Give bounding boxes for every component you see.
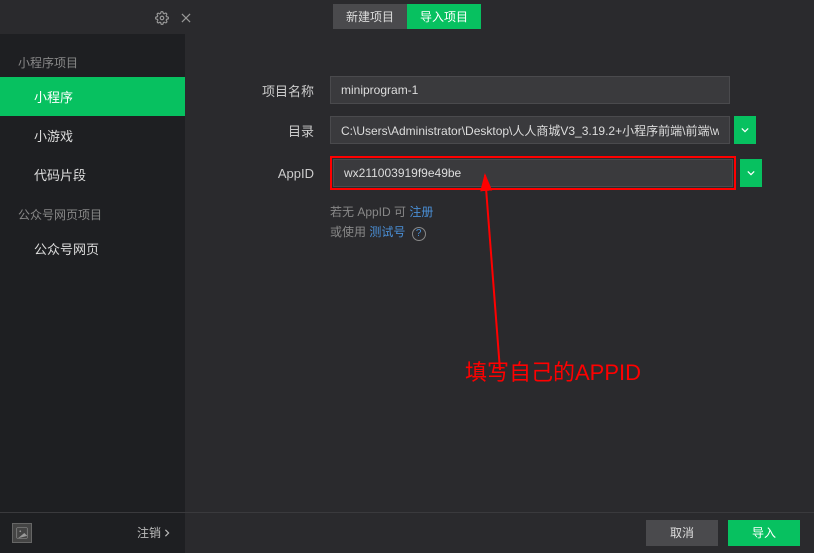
- sidebar: 小程序项目 小程序 小游戏 代码片段 公众号网页项目 公众号网页: [0, 34, 185, 512]
- gear-icon[interactable]: [154, 10, 170, 26]
- sidebar-item-snippet[interactable]: 代码片段: [0, 155, 185, 194]
- appid-highlight-box: [330, 156, 736, 190]
- help-icon[interactable]: ?: [412, 227, 426, 241]
- project-name-input[interactable]: [330, 76, 730, 104]
- title-bar: 新建项目 导入项目: [0, 0, 814, 34]
- sidebar-item-miniprogram[interactable]: 小程序: [0, 77, 185, 116]
- main-panel: 项目名称 目录 AppID 若无 AppID 可 注册 或使用 测试号 ?: [185, 34, 814, 512]
- hint-oruse-text: 或使用: [330, 225, 369, 239]
- appid-input[interactable]: [333, 159, 733, 187]
- import-button[interactable]: 导入: [728, 520, 800, 546]
- close-icon[interactable]: [178, 10, 194, 26]
- tab-import-project[interactable]: 导入项目: [407, 4, 481, 29]
- label-project-name: 项目名称: [185, 81, 330, 100]
- sidebar-item-mp-web[interactable]: 公众号网页: [0, 229, 185, 268]
- mode-tabs: 新建项目 导入项目: [333, 4, 481, 29]
- chevron-down-icon: [741, 126, 749, 134]
- hint-noid-text: 若无 AppID 可: [330, 205, 409, 219]
- chevron-right-icon: [163, 529, 171, 537]
- sidebar-heading-miniprogram: 小程序项目: [0, 42, 185, 77]
- avatar[interactable]: [12, 523, 32, 543]
- footer-bar: 注销 取消 导入: [0, 512, 814, 552]
- tab-new-project[interactable]: 新建项目: [333, 4, 407, 29]
- label-appid: AppID: [185, 166, 330, 181]
- cancel-button[interactable]: 取消: [646, 520, 718, 546]
- annotation-text: 填写自己的APPID: [465, 355, 641, 387]
- image-icon: [15, 526, 29, 540]
- appid-dropdown-button[interactable]: [740, 159, 762, 187]
- sidebar-item-minigame[interactable]: 小游戏: [0, 116, 185, 155]
- register-link[interactable]: 注册: [409, 205, 433, 219]
- directory-dropdown-button[interactable]: [734, 116, 756, 144]
- directory-input[interactable]: [330, 116, 730, 144]
- label-directory: 目录: [185, 121, 330, 140]
- test-account-link[interactable]: 测试号: [369, 225, 405, 239]
- sidebar-heading-mp: 公众号网页项目: [0, 194, 185, 229]
- logout-link[interactable]: 注销: [137, 524, 171, 541]
- chevron-down-icon: [747, 169, 755, 177]
